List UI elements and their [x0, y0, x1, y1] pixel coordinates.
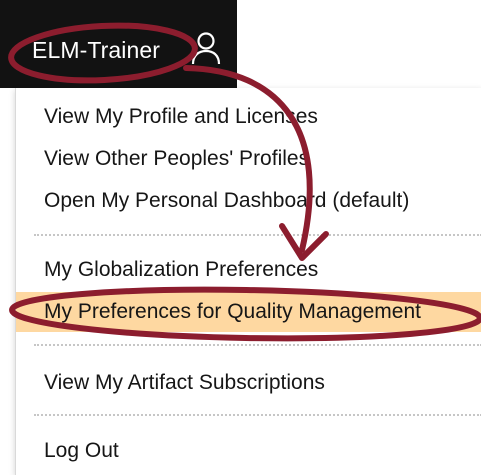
- user-menu-dropdown: View My Profile and Licenses View Other …: [15, 88, 481, 475]
- menu-item-view-other-profiles[interactable]: View Other Peoples' Profiles: [16, 139, 481, 179]
- menu-separator: [34, 234, 481, 236]
- menu-separator: [34, 414, 481, 416]
- user-name-label[interactable]: ELM-Trainer: [32, 36, 160, 64]
- user-icon[interactable]: [189, 30, 223, 65]
- menu-item-globalization-preferences[interactable]: My Globalization Preferences: [16, 250, 481, 290]
- menu-item-artifact-subscriptions[interactable]: View My Artifact Subscriptions: [16, 363, 481, 403]
- menu-item-view-profile[interactable]: View My Profile and Licenses: [16, 97, 481, 137]
- top-bar: ELM-Trainer: [0, 0, 237, 88]
- menu-item-log-out[interactable]: Log Out: [16, 431, 481, 471]
- menu-separator: [34, 344, 481, 346]
- menu-item-open-dashboard[interactable]: Open My Personal Dashboard (default): [16, 181, 481, 221]
- menu-item-quality-management-preferences[interactable]: My Preferences for Quality Management: [16, 292, 481, 332]
